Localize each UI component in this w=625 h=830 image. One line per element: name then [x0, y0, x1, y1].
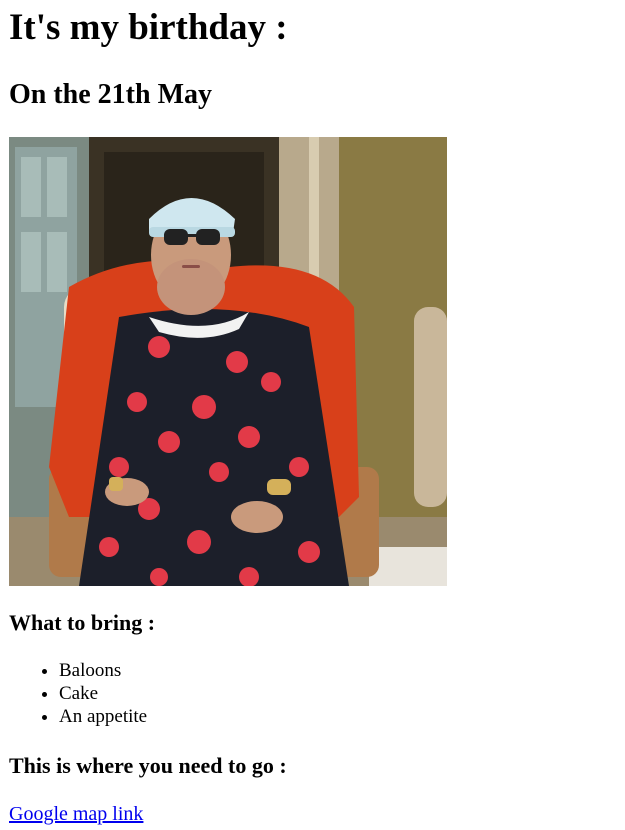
- bring-list: Baloons Cake An appetite: [9, 659, 147, 728]
- list-item: Baloons: [59, 659, 147, 682]
- date-heading: On the 21th May: [9, 79, 212, 110]
- person-photo-icon: [9, 137, 447, 586]
- location-heading: This is where you need to go :: [9, 753, 287, 778]
- birthday-photo: [9, 137, 447, 586]
- list-item: Cake: [59, 682, 147, 705]
- page: It's my birthday : On the 21th May What …: [0, 0, 625, 830]
- bring-heading: What to bring :: [9, 610, 156, 635]
- google-map-link[interactable]: Google map link: [9, 802, 143, 826]
- list-item: An appetite: [59, 705, 147, 728]
- page-title: It's my birthday :: [9, 7, 288, 48]
